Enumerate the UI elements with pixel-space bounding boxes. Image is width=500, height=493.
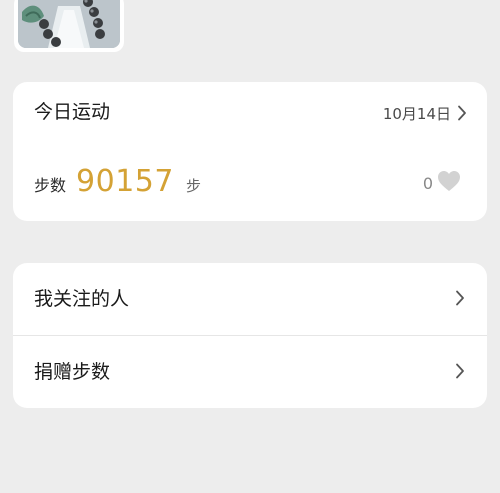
heart-icon bbox=[437, 170, 461, 196]
chevron-right-icon bbox=[457, 105, 467, 121]
chevron-right-icon bbox=[455, 363, 465, 379]
menu-item-label: 我关注的人 bbox=[34, 288, 130, 310]
avatar[interactable] bbox=[14, 0, 124, 52]
steps-unit: 步 bbox=[185, 177, 201, 195]
avatar-image bbox=[18, 0, 120, 48]
date-selector[interactable]: 10月14日 bbox=[383, 100, 467, 126]
today-sport-card[interactable]: 今日运动 10月14日 步数 90157 步 0 bbox=[13, 82, 487, 221]
like-count: 0 bbox=[422, 173, 433, 193]
steps-value: 90157 bbox=[76, 164, 174, 199]
steps-label: 步数 bbox=[34, 176, 67, 195]
steps-summary: 步数 90157 步 bbox=[34, 164, 201, 204]
like-button[interactable]: 0 bbox=[423, 170, 461, 196]
sport-title: 今日运动 bbox=[34, 101, 111, 123]
menu-card: 我关注的人 捐赠步数 bbox=[13, 263, 487, 408]
date-label: 10月14日 bbox=[382, 104, 451, 123]
menu-item-following[interactable]: 我关注的人 bbox=[13, 263, 487, 335]
menu-item-donate-steps[interactable]: 捐赠步数 bbox=[13, 336, 487, 408]
menu-item-label: 捐赠步数 bbox=[34, 361, 111, 383]
chevron-right-icon bbox=[455, 290, 465, 306]
